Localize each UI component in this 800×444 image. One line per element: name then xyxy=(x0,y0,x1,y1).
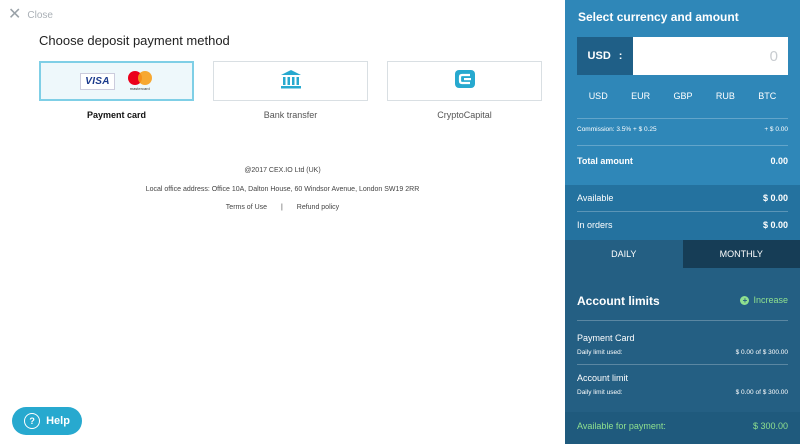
commission-row: Commission: 3.5% + $ 0.25 + $ 0.00 xyxy=(565,126,800,133)
available-value: $ 0.00 xyxy=(762,193,788,203)
question-icon: ? xyxy=(24,413,41,429)
footer-links: Terms of Use | Refund policy xyxy=(0,204,565,211)
available-for-payment-bar: Available for payment: $ 300.00 xyxy=(565,412,800,444)
help-button[interactable]: ? Help xyxy=(12,407,82,435)
in-orders-label: In orders xyxy=(577,220,613,230)
help-label: Help xyxy=(46,415,70,427)
available-for-payment-row: Available for payment: $ 300.00 xyxy=(565,421,800,431)
amount-panel: Select currency and amount USD : 0 USD E… xyxy=(565,0,800,444)
refund-policy-link[interactable]: Refund policy xyxy=(297,204,339,211)
increase-limits-button[interactable]: + Increase xyxy=(740,295,788,305)
currency-code: USD xyxy=(587,50,611,62)
increase-label: Increase xyxy=(753,295,788,305)
divider xyxy=(577,145,788,146)
payment-card-limit-row: Daily limit used: $ 0.00 of $ 300.00 xyxy=(565,349,800,356)
terms-link[interactable]: Terms of Use xyxy=(226,204,267,211)
bank-icon xyxy=(280,69,302,94)
mastercard-wordmark: mastercard xyxy=(129,86,150,91)
limit-period-tabs: DAILY MONTHLY xyxy=(565,240,800,268)
total-value: 0.00 xyxy=(770,156,788,166)
payment-method-cryptocapital[interactable]: CryptoCapital xyxy=(387,61,542,120)
currency-selector[interactable]: USD : xyxy=(577,37,633,75)
close-button[interactable]: ✕ Close xyxy=(8,6,53,23)
payment-card-daily-value: $ 0.00 of $ 300.00 xyxy=(735,349,788,356)
bank-transfer-tile[interactable] xyxy=(213,61,368,101)
close-label: Close xyxy=(27,9,53,21)
payment-method-label: Bank transfer xyxy=(263,110,318,120)
footer-separator: | xyxy=(280,204,283,211)
currency-option-gbp[interactable]: GBP xyxy=(673,91,692,101)
available-for-payment-value: $ 300.00 xyxy=(752,421,788,431)
currency-option-btc[interactable]: BTC xyxy=(758,91,776,101)
divider xyxy=(577,211,788,212)
payment-card-limit-title: Payment Card xyxy=(577,333,635,343)
account-limits-title: Account limits xyxy=(577,294,660,308)
deposit-method-pane: ✕ Close Choose deposit payment method VI… xyxy=(0,0,565,444)
divider xyxy=(577,364,788,365)
total-row: Total amount 0.00 xyxy=(565,156,800,166)
tab-daily[interactable]: DAILY xyxy=(565,240,683,268)
plus-circle-icon: + xyxy=(740,295,750,305)
currency-option-rub[interactable]: RUB xyxy=(716,91,735,101)
close-icon: ✕ xyxy=(8,6,22,23)
payment-method-label: CryptoCapital xyxy=(437,110,492,120)
available-row: Available $ 0.00 xyxy=(565,193,800,203)
commission-label: Commission: 3.5% + $ 0.25 xyxy=(577,126,657,133)
tab-monthly[interactable]: MONTHLY xyxy=(682,240,800,268)
account-limit-row: Daily limit used: $ 0.00 of $ 300.00 xyxy=(565,389,800,396)
visa-logo: VISA xyxy=(80,72,115,90)
payment-method-list: VISA mastercard Payment card Bank transf… xyxy=(39,61,542,120)
currency-options: USD EUR GBP RUB BTC xyxy=(565,91,800,101)
account-limit-daily-label: Daily limit used: xyxy=(577,389,623,396)
payment-method-label: Payment card xyxy=(86,110,147,120)
balance-section: Available $ 0.00 In orders $ 0.00 xyxy=(565,185,800,240)
account-limit-daily-value: $ 0.00 of $ 300.00 xyxy=(735,389,788,396)
footer-address: Local office address: Office 10A, Dalton… xyxy=(145,186,420,193)
payment-method-bank-transfer[interactable]: Bank transfer xyxy=(213,61,368,120)
commission-value: + $ 0.00 xyxy=(764,126,788,133)
divider xyxy=(577,320,788,321)
total-label: Total amount xyxy=(577,156,633,166)
account-limits-section: Account limits + Increase Payment Card D… xyxy=(565,268,800,444)
currency-colon: : xyxy=(618,50,623,62)
in-orders-row: In orders $ 0.00 xyxy=(565,220,800,230)
footer-copyright: @2017 CEX.IO Ltd (UK) xyxy=(244,167,321,174)
mastercard-logo: mastercard xyxy=(127,71,153,91)
cryptocapital-icon xyxy=(454,69,476,94)
page-title: Choose deposit payment method xyxy=(39,33,230,48)
mastercard-circles-icon xyxy=(127,71,152,85)
panel-title: Select currency and amount xyxy=(578,10,739,24)
currency-option-eur[interactable]: EUR xyxy=(631,91,650,101)
payment-card-tile[interactable]: VISA mastercard xyxy=(39,61,194,101)
amount-input[interactable]: 0 xyxy=(633,37,788,75)
currency-option-usd[interactable]: USD xyxy=(589,91,608,101)
divider xyxy=(577,118,788,119)
cryptocapital-tile[interactable] xyxy=(387,61,542,101)
in-orders-value: $ 0.00 xyxy=(762,220,788,230)
available-label: Available xyxy=(577,193,614,203)
payment-method-card[interactable]: VISA mastercard Payment card xyxy=(39,61,194,120)
available-for-payment-label: Available for payment: xyxy=(577,421,666,431)
account-limit-title: Account limit xyxy=(577,373,629,383)
currency-amount-section: Select currency and amount USD : 0 USD E… xyxy=(565,0,800,185)
payment-card-daily-label: Daily limit used: xyxy=(577,349,623,356)
amount-row: USD : 0 xyxy=(577,37,788,75)
